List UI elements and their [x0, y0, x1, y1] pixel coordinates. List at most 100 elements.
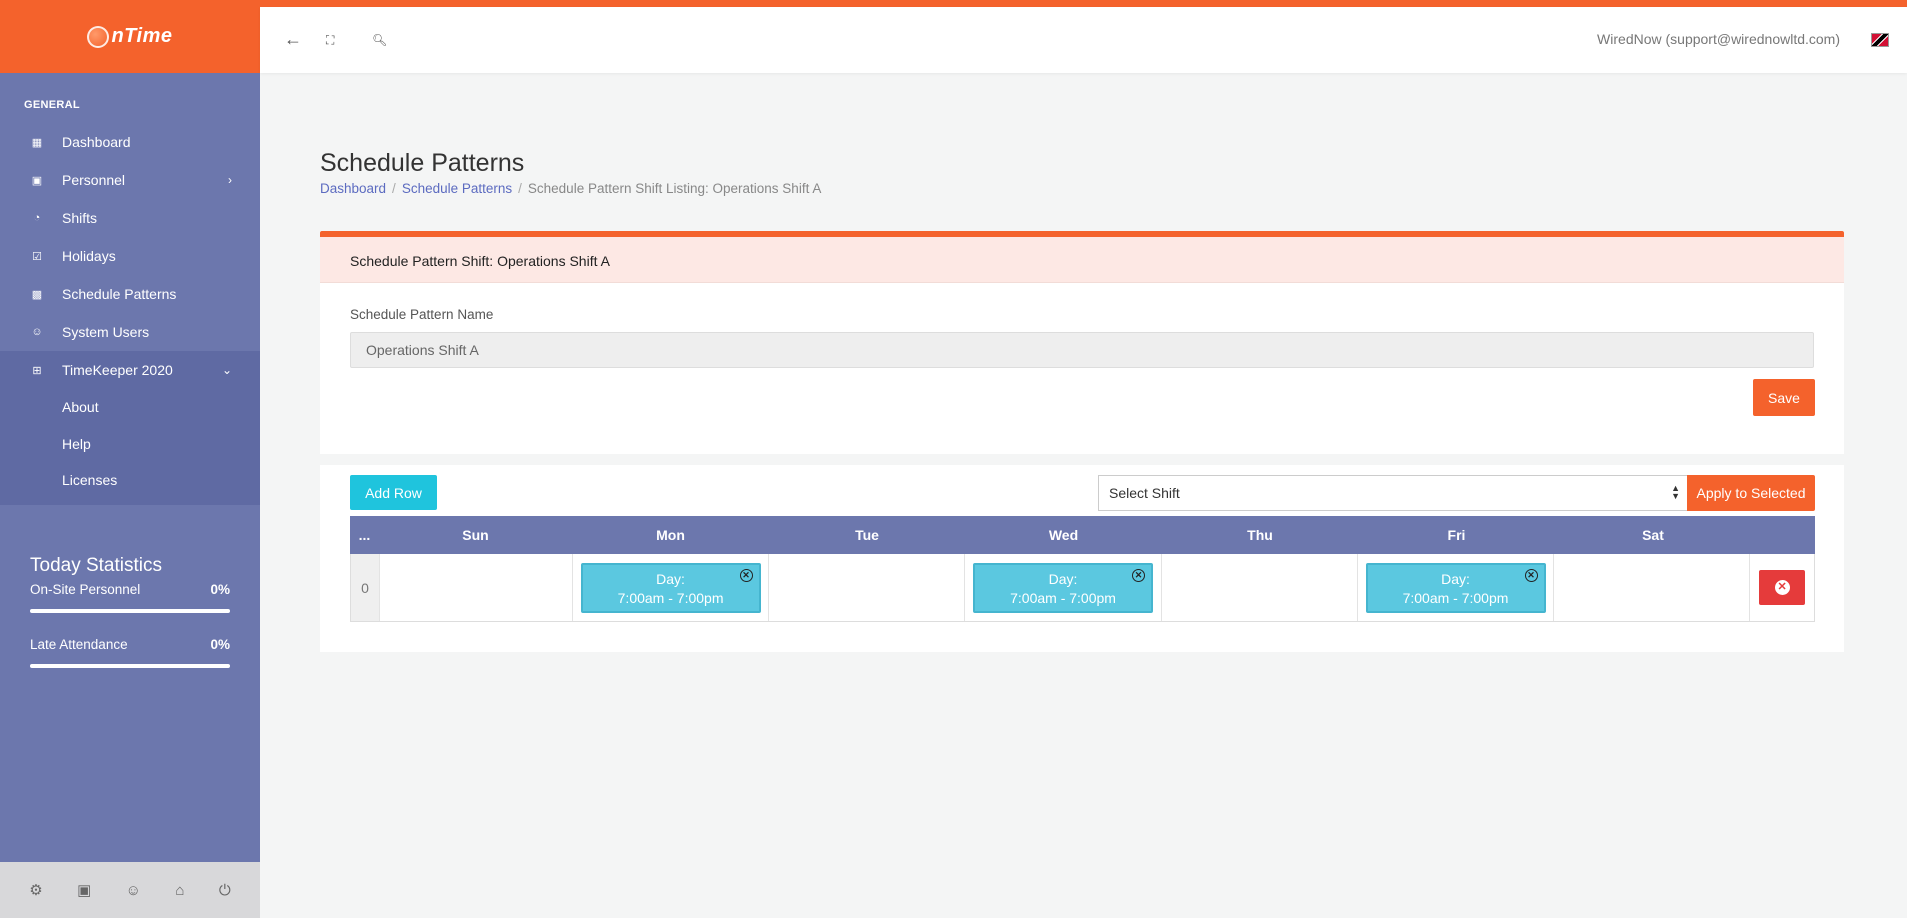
shift-time: 7:00am - 7:00pm [1402, 589, 1509, 606]
stat-value: 0% [210, 581, 230, 597]
select-shift-dropdown[interactable]: Select Shift ▲ ▼ [1098, 475, 1688, 511]
app-logo: nTime [87, 25, 172, 48]
submenu-item-licenses[interactable]: Licenses [0, 462, 260, 499]
lock-icon[interactable]: ▣ [77, 881, 91, 899]
shift-block[interactable]: Day: 7:00am - 7:00pm ✕ [1365, 562, 1546, 613]
schedule-grid: ... Sun Mon Tue Wed Thu Fri Sat 0 Day: 7… [350, 516, 1815, 622]
cell-tue[interactable] [769, 554, 966, 621]
stat-label: On-Site Personnel [30, 581, 141, 597]
calendar-check-icon: ☑ [32, 250, 42, 263]
form-header: Schedule Pattern Shift: Operations Shift… [320, 237, 1844, 283]
column-header-fri: Fri [1447, 527, 1466, 543]
sidebar-item-system-users[interactable]: ☺ System Users [0, 313, 260, 351]
pattern-form-card: Schedule Pattern Shift: Operations Shift… [320, 231, 1844, 454]
sidebar-section-title: GENERAL [24, 99, 80, 111]
save-button[interactable]: Save [1753, 379, 1815, 416]
row-index[interactable]: 0 [351, 554, 380, 621]
timekeeper-submenu: About Help Licenses [0, 389, 260, 505]
column-header-actions [1751, 516, 1815, 554]
stat-label: Late Attendance [30, 636, 128, 652]
cell-sat[interactable] [1554, 554, 1751, 621]
chevron-right-icon: › [228, 173, 232, 187]
users-icon: ☺ [31, 326, 43, 338]
sidebar-item-label: Holidays [62, 248, 116, 264]
plus-box-icon: ⊞ [32, 364, 42, 377]
sidebar-item-dashboard[interactable]: ▦ Dashboard [0, 123, 260, 161]
top-accent-stripe [0, 0, 1907, 7]
search-icon[interactable]: 🔍︎ [372, 33, 387, 47]
chevron-down-icon: ⌄ [221, 363, 232, 377]
breadcrumb-schedule-patterns[interactable]: Schedule Patterns [402, 181, 512, 196]
stat-late: Late Attendance 0% [30, 637, 230, 652]
power-icon[interactable]: ⏻ [219, 882, 231, 899]
user-account[interactable]: WiredNow (support@wirednowltd.com) [1597, 31, 1840, 47]
submenu-item-help[interactable]: Help [0, 426, 260, 463]
column-header-sat: Sat [1642, 527, 1664, 543]
today-statistics: Today Statistics On-Site Personnel 0% La… [0, 505, 260, 668]
face-icon[interactable]: ☺ [126, 882, 141, 899]
shift-time: 7:00am - 7:00pm [617, 589, 724, 606]
shift-block[interactable]: Day: 7:00am - 7:00pm ✕ [580, 562, 761, 613]
sidebar-item-label: Dashboard [62, 134, 131, 150]
shift-name: Day: [656, 570, 685, 587]
column-header-thu: Thu [1247, 527, 1273, 543]
close-circle-icon: ✕ [1774, 580, 1790, 595]
cell-fri[interactable]: Day: 7:00am - 7:00pm ✕ [1358, 554, 1555, 621]
page-title: Schedule Patterns [320, 149, 525, 177]
shift-name: Day: [1441, 570, 1470, 587]
add-row-button[interactable]: Add Row [350, 475, 437, 510]
back-arrow-icon[interactable]: ← [284, 29, 302, 50]
sidebar-item-personnel[interactable]: ▣ Personnel › [0, 161, 260, 199]
sidebar-item-label: Schedule Patterns [62, 286, 177, 302]
column-header-sun: Sun [462, 527, 489, 543]
sidebar-footer: ⚙ ▣ ☺ ⌂ ⏻ [0, 862, 260, 918]
pie-icon: ◔ [33, 212, 41, 224]
sidebar-item-shifts[interactable]: ◔ Shifts [0, 199, 260, 237]
pattern-name-field[interactable]: Operations Shift A [350, 332, 1814, 368]
apply-to-selected-button[interactable]: Apply to Selected [1687, 475, 1815, 511]
breadcrumb: Dashboard / Schedule Patterns / Schedule Pat… [320, 181, 822, 196]
dashboard-icon: ▦ [31, 136, 43, 149]
stat-onsite: On-Site Personnel 0% [30, 582, 230, 597]
logo-area[interactable]: nTime [0, 0, 260, 73]
sidebar-item-timekeeper[interactable]: ⊞ TimeKeeper 2020 ⌄ [0, 351, 260, 389]
breadcrumb-dashboard[interactable]: Dashboard [320, 181, 386, 196]
language-flag-icon[interactable] [1871, 33, 1889, 47]
gear-icon[interactable]: ⚙ [29, 881, 42, 899]
stats-title: Today Statistics [30, 554, 162, 576]
pattern-name-label: Schedule Pattern Name [350, 307, 494, 322]
submenu-item-about[interactable]: About [0, 389, 260, 426]
cell-sun[interactable] [380, 554, 573, 621]
home-icon[interactable]: ⌂ [175, 882, 184, 899]
table-row[interactable]: 0 Day: 7:00am - 7:00pm ✕ Day: 7:00am - 7… [350, 554, 1815, 622]
shift-time: 7:00am - 7:00pm [1010, 589, 1116, 606]
remove-shift-icon[interactable]: ✕ [739, 568, 753, 582]
stat-value: 0% [210, 636, 230, 652]
remove-shift-icon[interactable]: ✕ [1524, 568, 1538, 582]
delete-row-button[interactable]: ✕ [1759, 570, 1806, 605]
cell-thu[interactable] [1162, 554, 1358, 621]
select-shift-value: Select Shift [1109, 485, 1180, 501]
stat-progress-bar [30, 663, 230, 668]
sidebar-item-schedule-patterns[interactable]: ▩ Schedule Patterns [0, 275, 260, 313]
sidebar-item-holidays[interactable]: ☑ Holidays [0, 237, 260, 275]
column-header-select[interactable]: ... [350, 516, 379, 554]
top-bar: ← ⛶ 🔍︎ WiredNow (support@wirednowltd.com… [260, 7, 1907, 73]
fullscreen-icon[interactable]: ⛶ [326, 33, 334, 48]
sort-arrows-icon: ▲ ▼ [1671, 483, 1680, 501]
cell-mon[interactable]: Day: 7:00am - 7:00pm ✕ [573, 554, 770, 621]
sidebar-item-label: TimeKeeper 2020 [62, 362, 173, 378]
cell-wed[interactable]: Day: 7:00am - 7:00pm ✕ [965, 554, 1162, 621]
shift-name: Day: [1048, 570, 1078, 587]
shift-block[interactable]: Day: 7:00am - 7:00pm ✕ [973, 562, 1154, 613]
column-header-wed: Wed [1048, 527, 1079, 543]
main-content: Schedule Patterns Dashboard / Schedule Pat… [260, 73, 1907, 918]
remove-shift-icon[interactable]: ✕ [1132, 568, 1146, 582]
globe-icon [87, 25, 110, 48]
sidebar-item-label: System Users [62, 324, 150, 340]
schedule-grid-card: Add Row Select Shift ▲ ▼ Apply to Selecte… [320, 465, 1844, 652]
cell-actions: ✕ [1750, 554, 1814, 621]
sidebar-item-label: Personnel [62, 172, 126, 188]
breadcrumb-current: Schedule Pattern Shift Listing: Operatio… [527, 181, 822, 196]
grid-header: ... Sun Mon Tue Wed Thu Fri Sat [350, 516, 1815, 554]
